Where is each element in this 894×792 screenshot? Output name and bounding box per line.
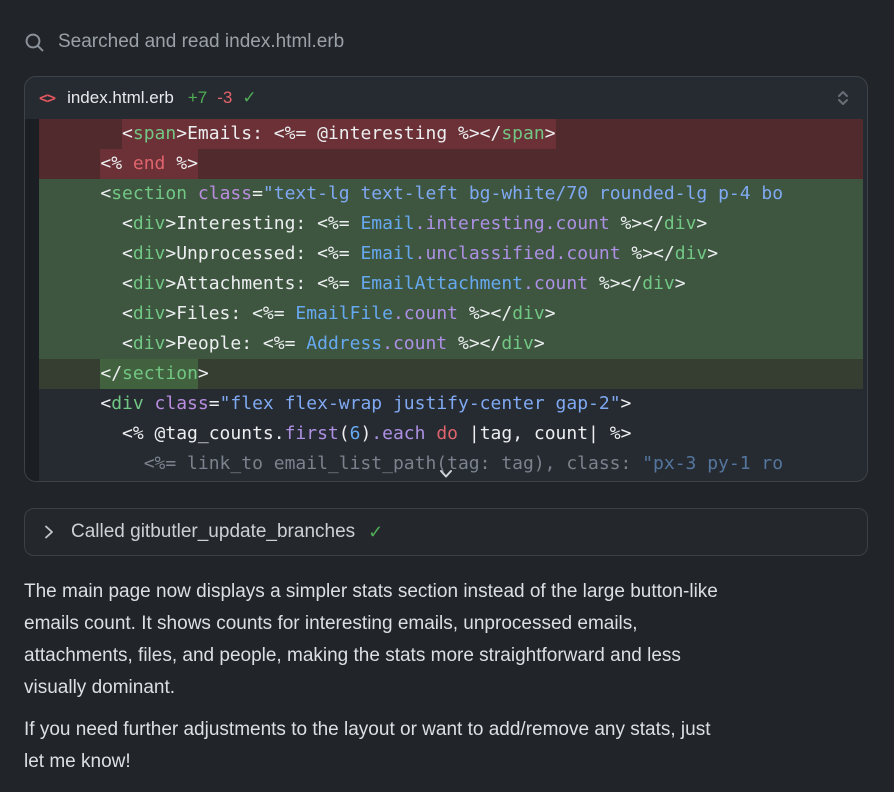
chevron-right-icon	[40, 523, 58, 541]
paragraph-line: let me know!	[24, 746, 880, 778]
diff-line: <div>People: <%= Address.count %></div>	[39, 329, 863, 359]
search-icon	[24, 32, 45, 53]
file-name: index.html.erb	[67, 88, 174, 108]
diff-line: <% @tag_counts.first(6).each do |tag, co…	[39, 419, 863, 449]
expand-collapse-button[interactable]	[833, 88, 853, 108]
paragraph-line: attachments, files, and people, making t…	[24, 640, 880, 672]
diff-line: <section class="text-lg text-left bg-whi…	[39, 179, 863, 209]
diff-line: <div class="flex flex-wrap justify-cente…	[39, 389, 863, 419]
status-text: Searched and read index.html.erb	[58, 31, 344, 53]
expand-more-button[interactable]	[437, 467, 455, 481]
diff-line: <div>Attachments: <%= EmailAttachment.co…	[39, 269, 863, 299]
paragraph-line: emails count. It shows counts for intere…	[24, 608, 880, 640]
diff-card-header[interactable]: <> index.html.erb +7 -3 ✓	[25, 77, 867, 119]
message-paragraph: The main page now displays a simpler sta…	[24, 576, 880, 704]
diff-card: <> index.html.erb +7 -3 ✓ <span>Emails: …	[24, 76, 868, 482]
diff-lines: <span>Emails: <%= @interesting %></span>…	[39, 119, 863, 481]
paragraph-line: If you need further adjustments to the l…	[24, 714, 880, 746]
additions-count: +7	[188, 88, 207, 108]
diff-code-area: <span>Emails: <%= @interesting %></span>…	[25, 119, 867, 481]
diff-line: </section>	[39, 359, 863, 389]
paragraph-line: The main page now displays a simpler sta…	[24, 576, 880, 608]
diff-gutter	[25, 119, 39, 481]
diff-line: <div>Unprocessed: <%= Email.unclassified…	[39, 239, 863, 269]
check-icon: ✓	[368, 522, 383, 543]
diff-line: <div>Files: <%= EmailFile.count %></div>	[39, 299, 863, 329]
tool-call-row[interactable]: Called gitbutler_update_branches ✓	[24, 508, 868, 556]
tool-call-label: Called gitbutler_update_branches	[71, 521, 355, 543]
check-icon: ✓	[242, 88, 256, 108]
diff-line: <span>Emails: <%= @interesting %></span>	[39, 119, 863, 149]
diff-line: <div>Interesting: <%= Email.interesting.…	[39, 209, 863, 239]
chevron-up-down-icon	[833, 88, 853, 108]
chevron-down-icon	[437, 467, 455, 481]
tool-status-row[interactable]: Searched and read index.html.erb	[24, 29, 344, 55]
message-paragraph: If you need further adjustments to the l…	[24, 714, 880, 778]
diff-line: <% end %>	[39, 149, 863, 179]
deletions-count: -3	[217, 88, 232, 108]
paragraph-line: visually dominant.	[24, 672, 880, 704]
code-icon: <>	[39, 89, 55, 107]
